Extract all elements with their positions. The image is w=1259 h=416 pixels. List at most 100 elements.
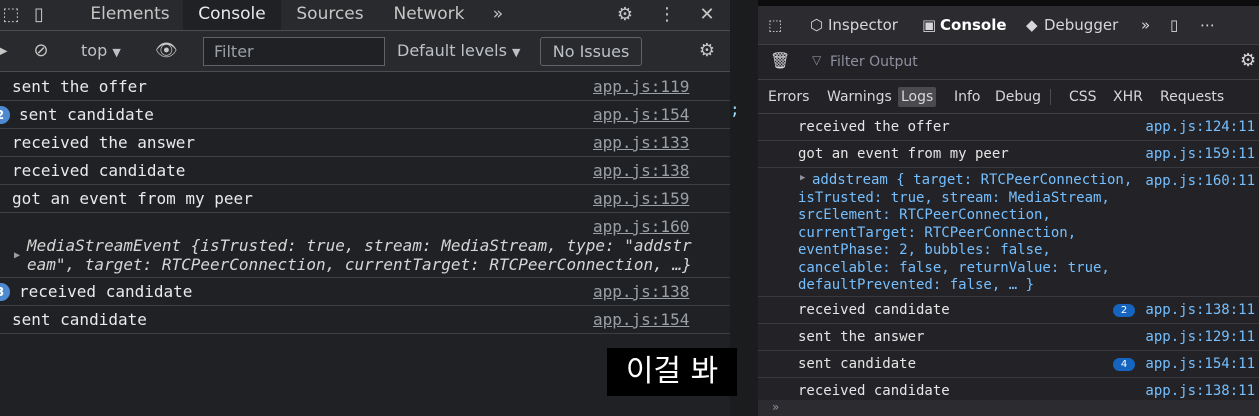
source-link[interactable]: app.js:133 <box>593 129 689 156</box>
source-link[interactable]: app.js:159 <box>593 185 689 212</box>
responsive-mode-icon[interactable]: ▯ <box>1170 6 1178 44</box>
context-selector[interactable]: top ▼ <box>81 31 121 71</box>
source-link[interactable]: app.js:124:11 <box>1145 114 1255 140</box>
code-fragment: ; <box>730 100 740 119</box>
settings-gear-icon[interactable]: ⚙ <box>614 4 636 26</box>
filter-debug[interactable]: Debug <box>992 87 1044 107</box>
firefox-tab-bar: ⬚ ⬡ Inspector ▣ Console ◆ Debugger » ▯ ⋯ <box>758 6 1259 45</box>
console-row: sent candidate 4 app.js:154:11 <box>758 351 1259 378</box>
expand-triangle-icon[interactable]: ▶ <box>14 250 20 261</box>
console-row: sent the answer app.js:129:11 <box>758 324 1259 351</box>
source-link[interactable]: app.js:138 <box>593 157 689 184</box>
console-row-object[interactable]: app.js:160 ▶ MediaStreamEvent {isTrusted… <box>0 213 730 278</box>
tab-console-label: Console <box>940 16 1007 34</box>
sidebar-toggle-icon[interactable]: ▸ <box>0 40 14 62</box>
log-message: got an event from my peer <box>12 189 253 208</box>
tab-console[interactable]: ▣ Console <box>922 6 1007 44</box>
tab-inspector-label: Inspector <box>828 16 898 34</box>
source-link[interactable]: app.js:160:11 <box>1145 168 1255 194</box>
console-toolbar: ▸ ⊘ top ▼ 👁 Default levels ▼ No Issues ⚙ <box>0 31 730 72</box>
console-row-object[interactable]: ▶ addstream { target: RTCPeerConnection,… <box>758 168 1259 297</box>
filter-requests[interactable]: Requests <box>1157 87 1227 107</box>
source-link[interactable]: app.js:129:11 <box>1145 324 1255 350</box>
issues-button[interactable]: No Issues <box>540 37 642 66</box>
console-row: received candidate 2 app.js:138:11 <box>758 297 1259 324</box>
console-row: sent the offer app.js:119 <box>0 73 730 101</box>
tab-sources[interactable]: Sources <box>284 0 376 30</box>
log-message: sent candidate <box>19 105 154 124</box>
debugger-icon: ◆ <box>1026 16 1038 34</box>
filter-output-input[interactable] <box>810 50 1190 74</box>
console-row: got an event from my peer app.js:159:11 <box>758 141 1259 168</box>
filter-css[interactable]: CSS <box>1066 87 1100 107</box>
repeat-count-badge: 2 <box>0 106 10 124</box>
firefox-devtools: ⬚ ⬡ Inspector ▣ Console ◆ Debugger » ▯ ⋯ 🗑 … <box>758 0 1259 416</box>
console-row: received the answer app.js:133 <box>0 129 730 157</box>
trash-icon[interactable]: 🗑 <box>770 51 790 70</box>
prompt-chevron-icon: » <box>772 400 780 414</box>
console-filter-input[interactable] <box>203 37 385 66</box>
kebab-menu-icon[interactable]: ⋯ <box>1200 6 1215 44</box>
repeat-count-badge: 2 <box>1113 304 1135 317</box>
log-message: sent candidate <box>12 310 147 329</box>
log-levels-dropdown[interactable]: Default levels ▼ <box>397 31 521 71</box>
kebab-menu-icon[interactable]: ⋮ <box>656 4 678 26</box>
filter-info[interactable]: Info <box>951 87 984 107</box>
tab-elements[interactable]: Elements <box>80 0 180 30</box>
tab-debugger[interactable]: ◆ Debugger <box>1026 6 1118 44</box>
chevron-down-icon: ▼ <box>112 46 121 59</box>
log-message: received candidate <box>798 302 950 318</box>
device-toolbar-icon[interactable]: ▯ <box>28 4 50 26</box>
log-level-filters: Errors Warnings Logs Info Debug CSS XHR … <box>758 80 1259 114</box>
repeat-count-badge: 3 <box>0 283 10 301</box>
console-row: received the offer app.js:124:11 <box>758 114 1259 141</box>
close-icon[interactable]: ✕ <box>696 4 718 26</box>
chrome-tab-bar: ⬚ ▯ Elements Console Sources Network » ⚙… <box>0 0 730 31</box>
filter-errors[interactable]: Errors <box>765 87 812 107</box>
inspect-element-icon[interactable]: ⬚ <box>0 4 22 26</box>
source-link[interactable]: app.js:154:11 <box>1145 351 1255 377</box>
log-message: received the answer <box>12 133 196 152</box>
source-link[interactable]: app.js:138:11 <box>1145 297 1255 323</box>
repeat-count-badge: 4 <box>1113 358 1135 371</box>
filter-logs[interactable]: Logs <box>898 87 937 107</box>
tab-debugger-label: Debugger <box>1044 16 1119 34</box>
source-link[interactable]: app.js:119 <box>593 73 689 100</box>
log-message: sent the offer <box>12 77 147 96</box>
source-link[interactable]: app.js:159:11 <box>1145 141 1255 167</box>
console-row: got an event from my peer app.js:159 <box>0 185 730 213</box>
console-row: 2 sent candidate app.js:154 <box>0 101 730 129</box>
filter-warnings[interactable]: Warnings <box>824 87 895 107</box>
more-tabs-icon[interactable]: » <box>480 0 516 30</box>
context-label: top <box>81 41 108 60</box>
addstream-event-object[interactable]: addstream { target: RTCPeerConnection, i… <box>798 172 1138 295</box>
console-settings-gear-icon[interactable]: ⚙ <box>696 40 718 62</box>
log-message: received candidate <box>19 282 193 301</box>
divider <box>1050 89 1051 105</box>
video-subtitle: 이걸 봐 <box>607 348 737 396</box>
live-expression-eye-icon[interactable]: 👁 <box>155 40 178 62</box>
more-tabs-icon[interactable]: » <box>1141 6 1150 44</box>
console-row: 3 received candidate app.js:138 <box>0 278 730 306</box>
source-link[interactable]: app.js:154 <box>593 306 689 333</box>
tab-console[interactable]: Console <box>183 0 281 30</box>
log-levels-label: Default levels <box>397 41 507 60</box>
log-message: received candidate <box>12 161 186 180</box>
log-message: sent candidate <box>798 356 917 372</box>
console-icon: ▣ <box>922 16 937 34</box>
source-link[interactable]: app.js:138 <box>593 278 689 305</box>
log-message: got an event from my peer <box>798 146 1009 162</box>
console-row: received candidate app.js:138 <box>0 157 730 185</box>
tab-network[interactable]: Network <box>382 0 476 30</box>
filter-xhr[interactable]: XHR <box>1110 87 1146 107</box>
console-row: sent candidate app.js:154 <box>0 306 730 334</box>
log-message: sent the answer <box>798 329 925 345</box>
element-picker-icon[interactable]: ⬚ <box>768 6 782 44</box>
console-input[interactable]: » <box>758 400 1259 416</box>
clear-console-icon[interactable]: ⊘ <box>30 40 52 62</box>
settings-gear-icon[interactable]: ⚙ <box>1240 50 1256 71</box>
tab-inspector[interactable]: ⬡ Inspector <box>810 6 898 44</box>
log-message: received the offer <box>798 119 950 135</box>
source-link[interactable]: app.js:154 <box>593 101 689 128</box>
media-stream-event-object[interactable]: MediaStreamEvent {isTrusted: true, strea… <box>27 236 697 274</box>
